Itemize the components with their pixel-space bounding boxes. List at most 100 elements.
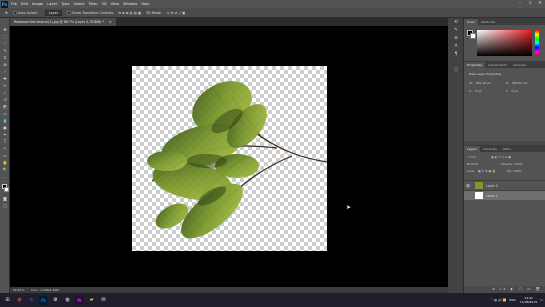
layer-row[interactable]: 👁 Layer 0 [464, 180, 545, 190]
layer-filter-kind[interactable]: Kind [470, 155, 477, 159]
auto-select-checkbox[interactable] [12, 10, 17, 15]
y-field[interactable]: 0 px [511, 89, 518, 93]
eyedropper-tool-icon[interactable]: ⁄ [2, 69, 8, 74]
menu-type[interactable]: Type [61, 2, 69, 6]
canvas-area[interactable]: ➤ [10, 26, 448, 287]
clock-date: 11/08/2019 [519, 300, 538, 304]
history-brush-tool-icon[interactable]: ↺ [2, 97, 8, 102]
photoshop-taskbar-icon[interactable]: Ps [39, 295, 48, 305]
zoom-level[interactable]: 66.67% [13, 288, 24, 292]
document-canvas[interactable] [132, 66, 328, 251]
hand-tool-icon[interactable]: ✋ [2, 160, 8, 165]
tab-color[interactable]: Color [464, 19, 478, 25]
windows-start-icon[interactable]: ⊞ [3, 296, 12, 305]
document-tab[interactable]: Redwood tree branch(1).jpg @ 66.7% (Laye… [10, 18, 116, 26]
transform-option[interactable]: Show Transform Controls [67, 10, 113, 15]
brush-tool-icon[interactable]: ✏ [2, 83, 8, 88]
visibility-eye-icon[interactable]: 👁 [464, 184, 472, 188]
layer-row-selected[interactable]: Layer 1 [464, 190, 545, 200]
character-panel-icon[interactable]: A [452, 44, 460, 50]
height-field[interactable]: 660.87 px [512, 81, 527, 85]
eraser-tool-icon[interactable]: ◩ [2, 104, 8, 109]
lock-icons[interactable]: ▦ ✎ ✥ ▣ 🔒 [478, 169, 496, 173]
menu-file[interactable]: File [11, 2, 17, 6]
maximize-icon[interactable]: ▫ [525, 0, 535, 8]
history-panel-icon[interactable]: ⟲ [452, 20, 460, 26]
opacity-field[interactable]: 100% [514, 162, 523, 166]
layer-actions[interactable]: ⊘ fx ◐ ▢ ▭ 🗑 [464, 286, 545, 293]
tab-paths[interactable]: Paths [500, 146, 514, 152]
premiere-icon[interactable]: Pr [75, 295, 84, 305]
menu-image[interactable]: Image [32, 2, 43, 6]
clock[interactable]: 14:42 11/08/2019 [520, 296, 537, 304]
tab-layers[interactable]: Layers [464, 146, 480, 152]
tab-properties[interactable]: Properties [464, 62, 486, 68]
menu-select[interactable]: Select [74, 2, 85, 6]
notifications-icon[interactable]: ▭ [540, 298, 543, 302]
menu-3d[interactable]: 3D [102, 2, 107, 6]
obs-icon[interactable]: ◍ [63, 296, 72, 305]
minimize-icon[interactable]: – [515, 0, 525, 8]
brush-settings-icon[interactable]: ✎ [452, 28, 460, 34]
paragraph-panel-icon[interactable]: ¶ [452, 52, 460, 58]
blur-tool-icon[interactable]: 💧 [2, 118, 8, 123]
menu-window[interactable]: Window [123, 2, 137, 6]
blend-mode-dropdown[interactable]: Normal [467, 162, 478, 166]
type-tool-icon[interactable]: T [2, 139, 8, 144]
background-color-chip[interactable] [470, 33, 476, 39]
dodge-tool-icon[interactable]: ● [2, 125, 8, 130]
layer-filter[interactable]: ⌕ Kind ▣ ◐ T ⊡ ⊕ ● [467, 155, 541, 160]
healing-brush-tool-icon[interactable]: ✚ [2, 76, 8, 81]
info-panel-icon[interactable]: ⓘ [452, 68, 460, 74]
menu-view[interactable]: View [111, 2, 120, 6]
tab-libraries[interactable]: Libraries [510, 62, 529, 68]
move-tool-icon[interactable]: ✥ [2, 27, 8, 32]
crop-tool-icon[interactable]: ⌗ [2, 55, 8, 60]
document-tab-close-icon[interactable]: × [109, 20, 112, 24]
gradient-tool-icon[interactable]: ▭ [2, 111, 8, 116]
edge-icon[interactable]: e [27, 296, 36, 305]
layer-name: Layer 0 [486, 183, 498, 188]
fill-field[interactable]: 100% [513, 169, 522, 173]
quick-select-tool-icon[interactable]: ✎ [2, 48, 8, 53]
marquee-tool-icon[interactable]: ⬚ [2, 34, 8, 39]
clone-source-icon[interactable]: ⊕ [452, 36, 460, 42]
auto-select-dropdown[interactable]: Layer [44, 9, 63, 16]
hue-slider[interactable] [535, 30, 539, 56]
menu-help[interactable]: Help [141, 2, 149, 6]
menu-filter[interactable]: Filter [89, 2, 98, 6]
auto-select-option[interactable]: Auto-Select: [12, 10, 38, 15]
move-tool-icon[interactable]: ✥ [5, 11, 8, 15]
chrome-icon[interactable]: ◉ [15, 296, 24, 305]
path-select-tool-icon[interactable]: ↖ [2, 146, 8, 151]
explorer-folder-icon[interactable]: ▰ [87, 296, 96, 305]
steam-icon[interactable]: ⚙ [51, 296, 60, 305]
close-icon[interactable]: ✕ [535, 0, 545, 8]
tray-icons[interactable]: ⌃ ▤ 🔊 📶 [491, 298, 507, 302]
zoom-tool-icon[interactable]: 🔍 [2, 167, 8, 172]
tab-adjustments[interactable]: Adjustments [485, 62, 510, 68]
pen-tool-icon[interactable]: ✒ [2, 132, 8, 137]
mail-icon[interactable]: ✉ [99, 296, 108, 305]
align-icons[interactable]: ⊟ ⊞ ⊠ ▥ ▤ ▦ [118, 11, 141, 15]
filter-icons[interactable]: ▣ ◐ T ⊡ ⊕ ● [491, 155, 511, 159]
menu-layer[interactable]: Layer [47, 2, 57, 6]
screen-mode-icon[interactable]: ▢ [2, 203, 8, 208]
tab-swatches[interactable]: Swatches [478, 19, 498, 25]
language-indicator[interactable]: ENG [509, 298, 515, 302]
clone-stamp-tool-icon[interactable]: ⊥ [2, 90, 8, 95]
quick-mask-icon[interactable]: ◙ [2, 196, 8, 201]
rectangle-tool-icon[interactable]: ▭ [2, 153, 8, 158]
more-tools-icon[interactable]: … [2, 174, 8, 179]
color-picker-field[interactable] [477, 30, 532, 56]
lock-label: Lock: [467, 169, 475, 173]
lasso-tool-icon[interactable]: ➰ [2, 41, 8, 46]
transform-checkbox[interactable] [67, 10, 72, 15]
background-color-swatch[interactable] [4, 187, 9, 192]
x-field[interactable]: 0 px [475, 89, 482, 93]
tab-channels[interactable]: Channels [480, 146, 500, 152]
width-field[interactable]: 681.49 px [476, 81, 491, 85]
frame-tool-icon[interactable]: ⊠ [2, 62, 8, 67]
menu-edit[interactable]: Edit [21, 2, 28, 6]
3d-mode-icons[interactable]: ◎ ✥ ⇄ ⤢ ▣ [167, 11, 185, 15]
